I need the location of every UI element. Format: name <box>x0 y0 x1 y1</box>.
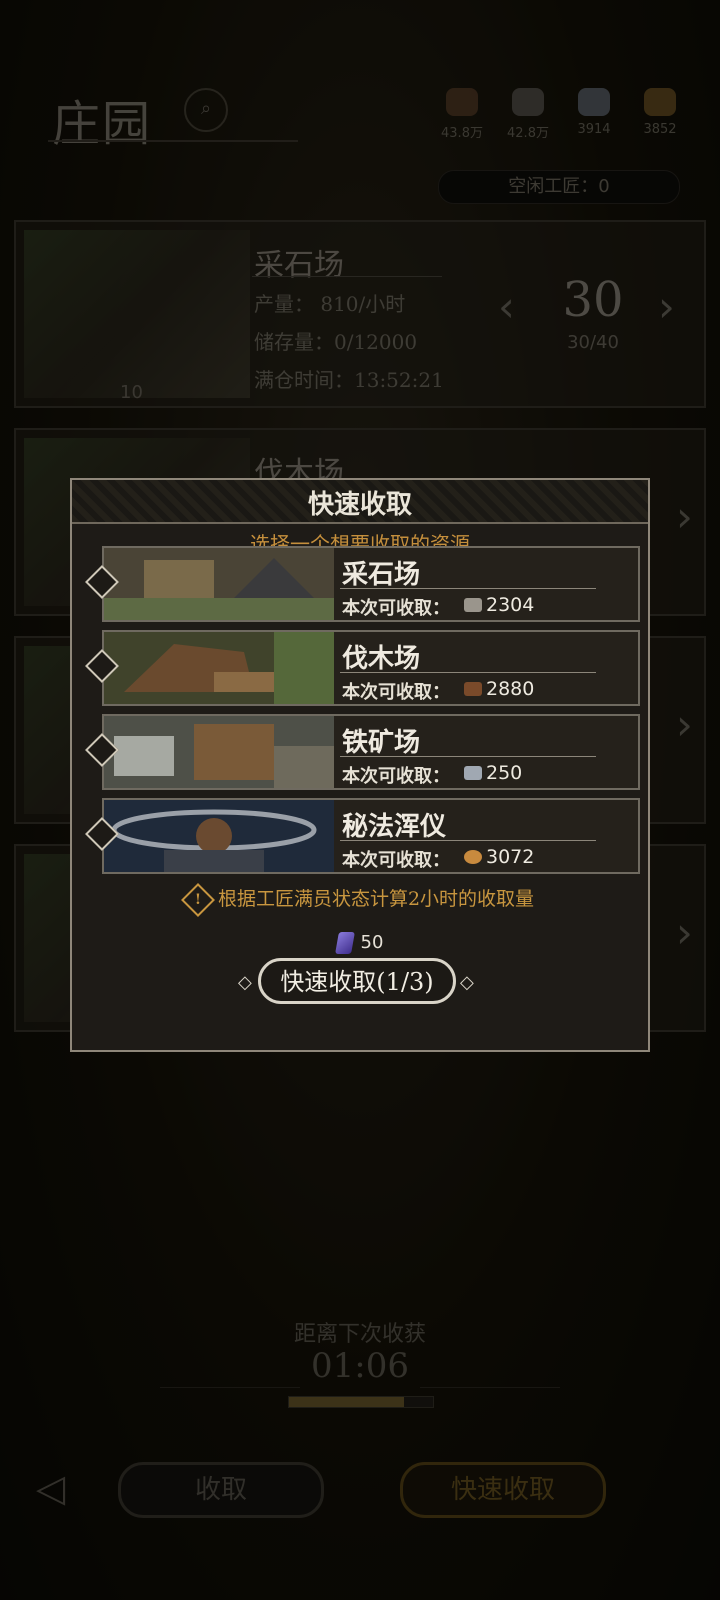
collect-label: 本次可收取： <box>342 598 450 619</box>
wood-icon <box>464 682 482 696</box>
option-name: 铁矿场 <box>342 728 421 758</box>
collect-label: 本次可收取： <box>342 850 450 871</box>
collect-amount: 2880 <box>486 678 535 700</box>
armillary-image <box>104 800 334 872</box>
option-divider <box>340 588 596 589</box>
option-lumber[interactable]: 伐木场 本次可收取： 2880 <box>85 630 640 706</box>
gem-icon <box>334 932 355 954</box>
collect-amount: 2304 <box>486 594 535 616</box>
collect-label: 本次可收取： <box>342 766 450 787</box>
option-name: 秘法浑仪 <box>342 812 447 842</box>
option-name: 伐木场 <box>342 644 421 674</box>
option-name: 采石场 <box>342 560 421 590</box>
dialog-title: 快速收取 <box>307 490 412 520</box>
option-divider <box>340 756 596 757</box>
cost-value: 50 <box>360 932 384 953</box>
note-text: 根据工匠满员状态计算2小时的收取量 <box>217 888 535 910</box>
collect-amount: 3072 <box>486 846 535 868</box>
lumber-image <box>104 632 334 704</box>
option-divider <box>340 840 596 841</box>
warning-icon: ! <box>180 883 215 917</box>
ornament-left-icon: ◇ <box>238 972 252 993</box>
stone-icon <box>464 598 482 612</box>
iron-icon <box>464 766 482 780</box>
option-arcane[interactable]: 秘法浑仪 本次可收取： 3072 <box>85 798 640 874</box>
gem-cost: 50 <box>72 932 648 954</box>
option-divider <box>340 672 596 673</box>
quick-collect-dialog: 快速收取 选择一个想要收取的资源 采石场 本次可收取： 2304 伐木场 本次可… <box>70 478 650 1052</box>
quick-collect-confirm-button[interactable]: 快速收取(1/3) <box>258 958 456 1004</box>
option-quarry[interactable]: 采石场 本次可收取： 2304 <box>85 546 640 622</box>
collect-amount: 250 <box>486 762 523 784</box>
collect-label: 本次可收取： <box>342 682 450 703</box>
quarry-image <box>104 548 334 620</box>
option-iron[interactable]: 铁矿场 本次可收取： 250 <box>85 714 640 790</box>
ornament-right-icon: ◇ <box>460 972 474 993</box>
calculation-note: ! 根据工匠满员状态计算2小时的收取量 <box>72 883 648 917</box>
iron-mine-image <box>104 716 334 788</box>
arcane-icon <box>464 850 482 864</box>
